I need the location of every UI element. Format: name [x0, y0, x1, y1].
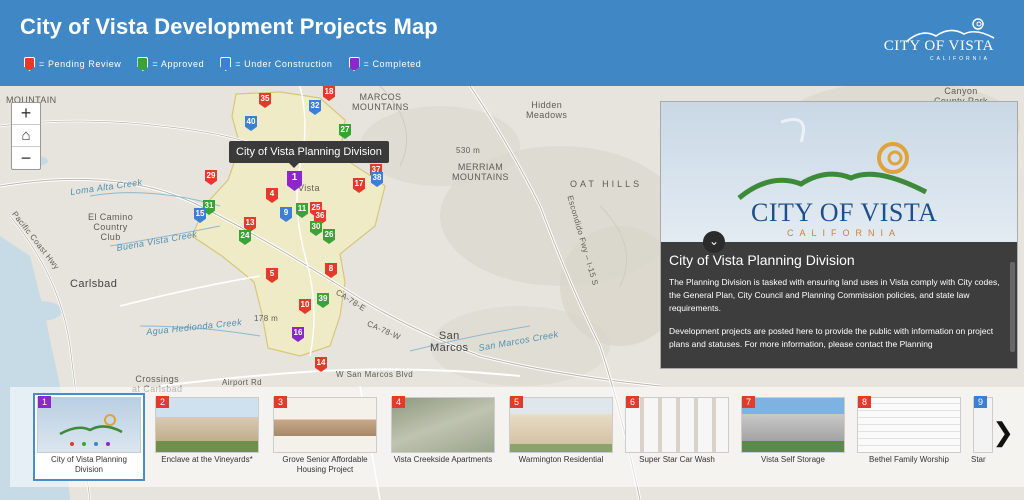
card-caption: Bethel Family Worship	[869, 455, 949, 464]
card-caption: Super Star Car Wash	[639, 455, 715, 464]
carousel-card[interactable]: 6 Super Star Car Wash	[623, 395, 731, 479]
zoom-controls: + ⌂ −	[11, 102, 41, 170]
info-panel: CITY OF VISTA CALIFORNIA City of Vista P…	[660, 101, 1018, 369]
zoom-in-button[interactable]: +	[12, 103, 40, 125]
card-number: 6	[626, 396, 639, 408]
card-number: 4	[392, 396, 405, 408]
card-thumbnail	[37, 397, 141, 453]
panel-logo-text: CITY OF VISTA	[751, 198, 938, 227]
logo-text: CITY OF VISTA	[883, 38, 994, 54]
panel-description: Development projects are posted here to …	[669, 326, 994, 349]
panel-description: The Planning Division is tasked with ens…	[669, 277, 1000, 313]
card-caption: Enclave at the Vineyards*	[161, 455, 253, 464]
panel-scrollbar[interactable]	[1010, 262, 1015, 352]
card-number: 7	[742, 396, 755, 408]
legend-pending: = Pending Review	[24, 57, 121, 71]
card-thumbnail	[857, 397, 961, 453]
legend-label: = Pending Review	[39, 59, 122, 69]
map-label: San Marcos	[430, 330, 469, 354]
app-window: City of Vista Development Projects Map =…	[0, 0, 1024, 500]
map-label: Carlsbad	[70, 278, 118, 290]
legend-label: = Approved	[152, 59, 205, 69]
carousel-card[interactable]: 3 Grove Senior Affordable Housing Projec…	[271, 395, 379, 479]
home-button[interactable]: ⌂	[12, 125, 40, 147]
chevron-down-icon[interactable]: ⌄	[703, 231, 725, 253]
legend-label: = Completed	[363, 59, 422, 69]
pin-icon	[137, 57, 149, 71]
map-label: OAT HILLS	[570, 179, 643, 189]
card-thumbnail	[509, 397, 613, 453]
panel-title: City of Vista Planning Division	[669, 252, 855, 268]
panel-body: City of Vista Planning Division The Plan…	[661, 242, 1017, 368]
legend-completed: = Completed	[348, 57, 422, 71]
map-label: El Camino Country Club	[88, 212, 134, 242]
card-caption: Grove Senior Affordable Housing Project	[282, 455, 368, 474]
map-label: 178 m	[254, 314, 279, 323]
card-thumbnail	[273, 397, 377, 453]
panel-image: CITY OF VISTA CALIFORNIA	[661, 102, 1017, 242]
map-label: W San Marcos Blvd	[336, 370, 414, 379]
map-label: MARCOS MOUNTAINS	[352, 92, 409, 112]
pin-icon	[220, 57, 232, 71]
pin-icon	[348, 57, 360, 71]
chevron-right-icon[interactable]: ❯	[992, 417, 1014, 448]
card-thumbnail	[625, 397, 729, 453]
card-number: 8	[858, 396, 871, 408]
card-caption: City of Vista Planning Division	[51, 455, 127, 474]
carousel-card[interactable]: 5 Warmington Residential	[507, 395, 615, 479]
carousel-card[interactable]: 9 Star	[971, 395, 993, 479]
project-carousel: 1 City of Vista Planning Division 2 Encl…	[10, 387, 1024, 487]
card-caption: Vista Creekside Apartments	[393, 455, 493, 464]
logo-subtext: CALIFORNIA	[929, 56, 990, 62]
map-label: 530 m	[456, 146, 481, 155]
carousel-card[interactable]: 1 City of Vista Planning Division	[33, 393, 145, 481]
carousel-card[interactable]: 8 Bethel Family Worship	[855, 395, 963, 479]
carousel-card[interactable]: 7 Vista Self Storage	[739, 395, 847, 479]
card-thumbnail	[741, 397, 845, 453]
map-label: MERRIAM MOUNTAINS	[452, 162, 509, 182]
card-number: 3	[274, 396, 287, 408]
legend-label: = Under Construction	[235, 59, 333, 69]
status-legend: = Pending Review = Approved = Under Cons…	[24, 57, 421, 71]
card-number: 1	[38, 396, 51, 408]
card-caption: Warmington Residential	[518, 455, 604, 464]
card-thumbnail	[391, 397, 495, 453]
map-label: Airport Rd	[222, 378, 263, 387]
card-number: 2	[156, 396, 169, 408]
panel-logo-subtext: CALIFORNIA	[787, 228, 902, 238]
card-thumbnail	[155, 397, 259, 453]
carousel-card[interactable]: 2 Enclave at the Vineyards*	[153, 395, 261, 479]
header-bar: City of Vista Development Projects Map =…	[0, 0, 1024, 86]
legend-under-construction: = Under Construction	[220, 57, 332, 71]
card-caption: Vista Self Storage	[761, 455, 825, 464]
legend-approved: = Approved	[137, 57, 204, 71]
pin-icon	[24, 57, 35, 71]
card-number: 5	[510, 396, 523, 408]
city-logo-icon	[59, 414, 123, 446]
card-number: 9	[974, 396, 987, 408]
marker-tooltip: City of Vista Planning Division	[229, 141, 389, 168]
page-title: City of Vista Development Projects Map	[20, 14, 438, 39]
card-caption: Star	[971, 455, 986, 464]
zoom-out-button[interactable]: −	[12, 147, 40, 169]
map-label: Hidden Meadows	[526, 100, 568, 120]
carousel-card[interactable]: 4 Vista Creekside Apartments	[389, 395, 497, 479]
